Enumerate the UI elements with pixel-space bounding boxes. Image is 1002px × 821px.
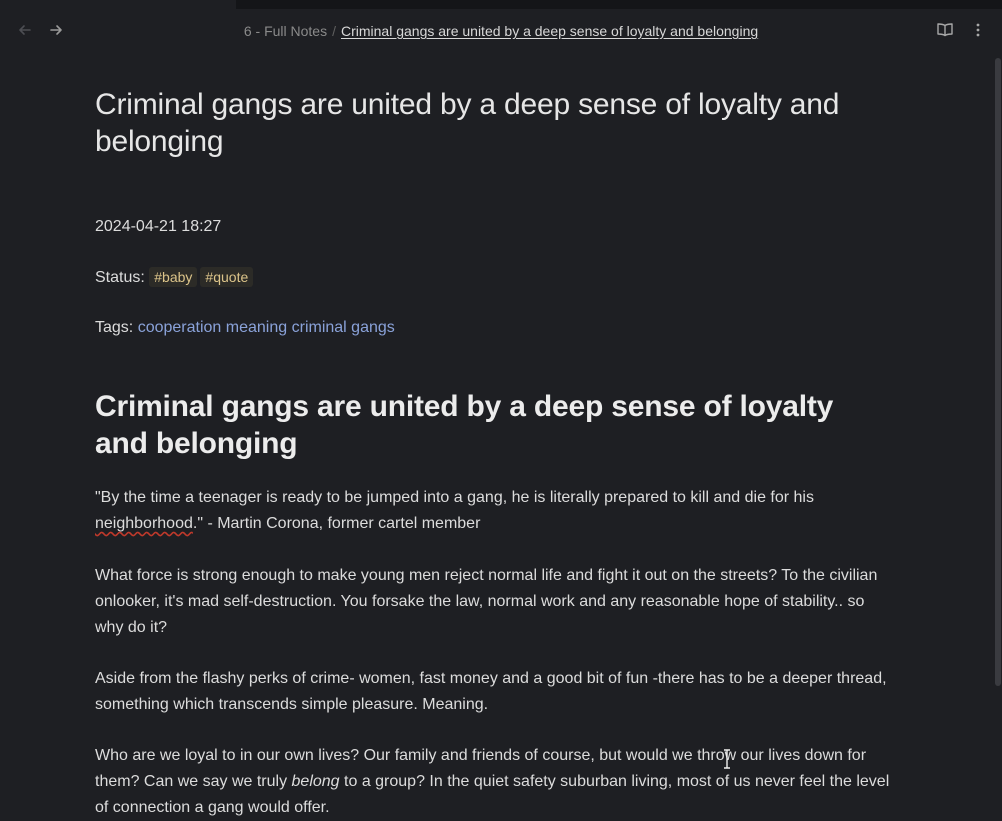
quote-text-end: ." - Martin Corona, former cartel member bbox=[192, 515, 481, 532]
note-date: 2024-04-21 18:27 bbox=[95, 218, 222, 235]
note-heading: Criminal gangs are united by a deep sens… bbox=[95, 390, 834, 460]
breadcrumb-current[interactable]: Criminal gangs are united by a deep sens… bbox=[341, 23, 758, 39]
paragraph-perks: Aside from the flashy perks of crime- wo… bbox=[95, 670, 887, 713]
quote-text-start: "By the time a teenager is ready to be j… bbox=[95, 489, 814, 506]
scrollbar[interactable] bbox=[995, 58, 1001, 686]
paragraph-force: What force is strong enough to make youn… bbox=[95, 567, 878, 636]
note-content: Criminal gangs are united by a deep sens… bbox=[95, 86, 895, 816]
breadcrumb-parent[interactable]: 6 - Full Notes bbox=[244, 23, 327, 39]
tags-line: Tags: cooperation meaning criminal gangs bbox=[95, 318, 395, 338]
link-criminal-gangs[interactable]: criminal gangs bbox=[292, 319, 395, 336]
tag-baby[interactable]: #baby bbox=[149, 267, 198, 287]
breadcrumb-separator: / bbox=[332, 23, 336, 39]
book-open-icon bbox=[937, 23, 953, 37]
tag-quote[interactable]: #quote bbox=[200, 267, 254, 287]
paragraph-loyalty: Who are we loyal to in our own lives? Ou… bbox=[95, 743, 895, 821]
view-header: 6 - Full Notes / Criminal gangs are united… bbox=[0, 9, 1002, 53]
status-label: Status: bbox=[95, 269, 145, 286]
status-line: Status: #baby #quote bbox=[95, 267, 256, 288]
tab-bar-area bbox=[236, 0, 1002, 9]
reading-mode-button[interactable] bbox=[935, 20, 955, 40]
misspelled-word[interactable]: neighborhood bbox=[95, 515, 193, 532]
text-cursor-icon bbox=[724, 749, 730, 769]
emphasis-belong: belong bbox=[291, 773, 340, 790]
window-top-strip bbox=[0, 0, 1002, 9]
quote-paragraph: "By the time a teenager is ready to be j… bbox=[95, 485, 895, 537]
more-options-icon bbox=[976, 23, 980, 37]
more-options-button[interactable] bbox=[968, 20, 988, 40]
tags-label: Tags: bbox=[95, 319, 134, 336]
breadcrumb: 6 - Full Notes / Criminal gangs are united… bbox=[0, 21, 1002, 41]
link-meaning[interactable]: meaning bbox=[226, 319, 287, 336]
note-title[interactable]: Criminal gangs are united by a deep sens… bbox=[95, 86, 895, 160]
link-cooperation[interactable]: cooperation bbox=[138, 319, 222, 336]
